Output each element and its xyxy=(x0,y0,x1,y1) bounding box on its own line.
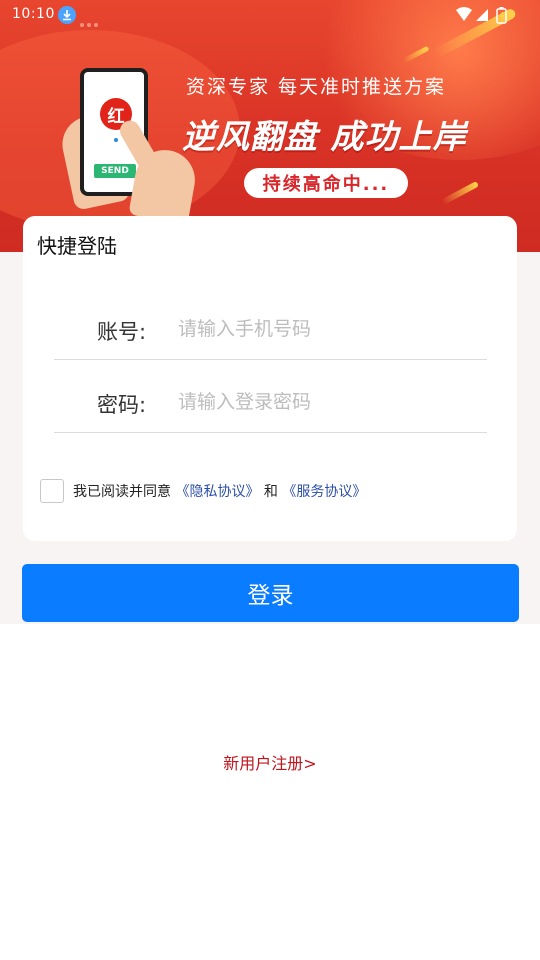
register-link-label[interactable]: 新用户注册> xyxy=(223,754,316,773)
login-card-title: 快捷登陆 xyxy=(37,234,117,258)
banner-subtitle: 资深专家 每天准时推送方案 xyxy=(186,76,447,98)
wifi-signal-battery-icon xyxy=(456,7,507,24)
download-icon xyxy=(58,6,76,24)
promo-banner: 红 SEND 资深专家 每天准时推送方案 逆风翻盘 成功上岸 持续高命中... … xyxy=(0,0,540,252)
notification-dots-icon xyxy=(80,12,101,31)
register-link[interactable]: 新用户注册> xyxy=(0,750,540,774)
agree-text: 我已阅读并同意 xyxy=(73,484,171,500)
privacy-policy-link[interactable]: 《隐私协议》 xyxy=(175,484,259,500)
account-label: 账号: xyxy=(97,320,147,344)
agreement-text: 我已阅读并同意 《隐私协议》 和 《服务协议》 xyxy=(73,481,366,501)
password-divider xyxy=(54,432,487,433)
banner-headline: 逆风翻盘 成功上岸 xyxy=(182,117,467,156)
status-bar: 10:10 xyxy=(0,0,540,32)
status-time: 10:10 xyxy=(12,6,55,22)
service-agreement-link[interactable]: 《服务协议》 xyxy=(282,484,366,500)
and-text: 和 xyxy=(263,484,278,500)
login-card: 快捷登陆 账号: 密码: 我已阅读并同意 《隐私协议》 和 《服务协议》 xyxy=(23,216,517,541)
password-label: 密码: xyxy=(97,393,147,417)
banner-pill: 持续高命中... xyxy=(244,168,408,198)
system-icons xyxy=(454,6,514,30)
agree-checkbox[interactable] xyxy=(40,479,64,503)
password-input[interactable] xyxy=(178,385,478,419)
phone-send-label: SEND xyxy=(94,164,136,178)
account-divider xyxy=(54,359,487,360)
login-button[interactable]: 登录 xyxy=(22,564,519,622)
gold-streak xyxy=(440,180,480,206)
account-input[interactable] xyxy=(178,312,478,346)
phone-dot xyxy=(114,138,118,142)
